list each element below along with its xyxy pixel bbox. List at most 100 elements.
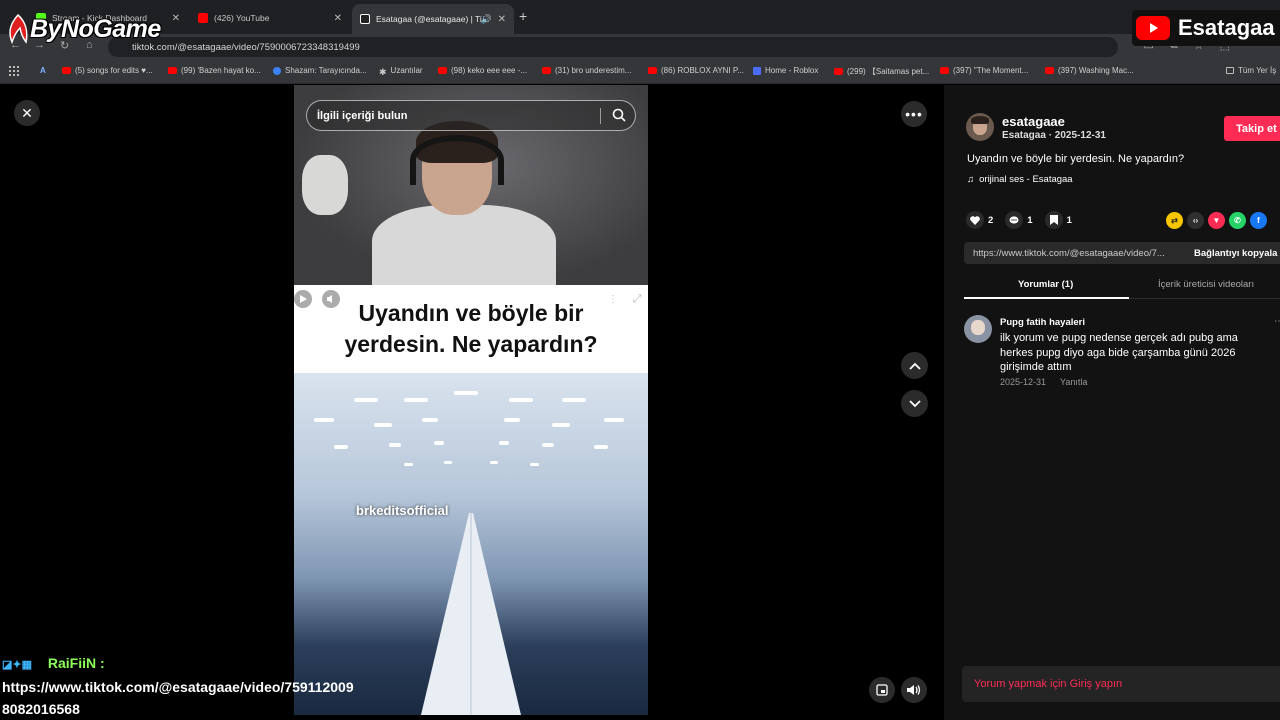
chat-username: RaiFiiN : (47, 655, 105, 671)
fullscreen-icon[interactable]: ⤢ (628, 290, 646, 308)
youtube-icon (834, 68, 843, 75)
tab-tiktok[interactable]: Esatagaa (@esatagaae) | Ti 🔊 ✕ (352, 4, 514, 34)
music-note-icon: ♫ (967, 174, 975, 185)
chat-badges-icon: ◪✦▦ (2, 659, 33, 671)
tab-creator-videos[interactable]: İçerik üreticisi videoları (1158, 279, 1254, 290)
url-text: tiktok.com/@esatagaae/video/759000672334… (132, 41, 360, 53)
close-tab-icon[interactable]: ✕ (334, 13, 342, 24)
play-icon[interactable] (294, 290, 312, 308)
comment-meta: 2025-12-31 Yanıtla (1000, 377, 1087, 387)
follow-button[interactable]: Takip et (1224, 116, 1280, 141)
bookmark-icon (1044, 211, 1063, 229)
previous-video-button[interactable] (901, 352, 928, 379)
browser-tab-strip: Stream - Kick Dashboard ✕ (426) YouTube … (0, 0, 1280, 34)
tab-youtube[interactable]: (426) YouTube ✕ (190, 6, 350, 30)
bookmark-label: Uzantılar (390, 66, 423, 75)
reply-button[interactable]: Yanıtla (1060, 377, 1087, 387)
bookmark-item[interactable]: ✱ Uzantılar (379, 66, 423, 77)
panel-tabs: Yorumlar (1) İçerik üreticisi videoları (964, 275, 1280, 299)
repost-icon[interactable]: ⇄ (1166, 212, 1183, 229)
sound-link[interactable]: ♫ orijinal ses - Esatagaa (967, 174, 1073, 185)
picture-in-picture-button[interactable] (869, 677, 895, 703)
youtube-icon (648, 67, 657, 74)
bookmark-item[interactable]: (299) 【Saitamas pet... (834, 66, 929, 77)
address-bar[interactable]: tiktok.com/@esatagaae/video/759000672334… (108, 37, 1118, 57)
chat-line-2: 8082016568 (2, 701, 80, 717)
comment-icon (1005, 211, 1024, 229)
mute-button[interactable] (901, 677, 927, 703)
bookmark-item[interactable]: (98) keko eee eee -... (438, 66, 527, 75)
login-to-comment-prompt[interactable]: Yorum yapmak için Giriş yapın (962, 666, 1280, 702)
plush-toy (302, 155, 348, 215)
commenter-avatar[interactable] (964, 315, 992, 343)
next-video-button[interactable] (901, 390, 928, 417)
close-tab-icon[interactable]: ✕ (172, 13, 180, 24)
tab-title: Esatagaa (@esatagaae) | Ti (376, 14, 482, 24)
share-link-bar: https://www.tiktok.com/@esatagaae/video/… (964, 242, 1280, 264)
bookmark-label: (299) 【Saitamas pet... (847, 67, 930, 76)
save-button[interactable]: 1 (1044, 211, 1072, 229)
video-description: Uyandın ve böyle bir yerdesin. Ne yapard… (967, 153, 1185, 165)
video-watermark: brkeditsofficial (356, 503, 449, 518)
bookmark-label: (397) "The Moment... (953, 66, 1029, 75)
video-player[interactable]: İlgili içeriği bulun Uyandın ve böyle bi… (294, 85, 648, 715)
youtube-icon (168, 67, 177, 74)
screen: Stream - Kick Dashboard ✕ (426) YouTube … (0, 0, 1280, 720)
bookmark-label: (397) Washing Mac... (1058, 66, 1134, 75)
logo-text: ByNoGame (30, 14, 161, 43)
copy-link-button[interactable]: Bağlantıyı kopyala (1184, 248, 1277, 259)
youtube-channel-badge: Esatagaa (1132, 10, 1280, 46)
flame-logo-icon (9, 14, 28, 44)
send-icon[interactable]: ▼ (1208, 212, 1225, 229)
headset (410, 135, 504, 185)
creator-subline: Esatagaa · 2025-12-31 (1002, 130, 1106, 141)
facebook-icon[interactable]: f (1250, 212, 1267, 229)
bookmark-item[interactable]: (86) ROBLOX AYNI P... (648, 66, 744, 75)
comment-more-icon[interactable]: ⋯ (1274, 316, 1280, 327)
heart-icon (966, 211, 984, 229)
bookmark-item[interactable]: (5) songs for edits ♥... (62, 66, 153, 75)
bookmark-label: Shazam: Tarayıcında... (285, 66, 367, 75)
close-tab-icon[interactable]: ✕ (498, 14, 506, 25)
apps-icon[interactable] (9, 66, 19, 76)
creator-avatar[interactable] (966, 113, 994, 141)
whatsapp-icon[interactable]: ✆ (1229, 212, 1246, 229)
bookmark-label: (99) 'Bazen hayat ko... (181, 66, 261, 75)
active-tab-indicator (964, 297, 1129, 299)
bookmark-item[interactable]: (31) bro underestim... (542, 66, 631, 75)
embed-icon[interactable]: ‹› (1187, 212, 1204, 229)
bookmark-item[interactable]: (99) 'Bazen hayat ko... (168, 66, 261, 75)
share-link-text[interactable]: https://www.tiktok.com/@esatagaae/video/… (964, 248, 1184, 259)
volume-icon[interactable] (322, 290, 340, 308)
bookmark-folder[interactable]: Tüm Yer İş (1226, 66, 1276, 75)
menu-dots-icon[interactable]: ⋮ (604, 290, 622, 308)
bookmark-label: (5) songs for edits ♥... (75, 66, 153, 75)
caption-line-1: Uyandın ve böyle bir (358, 300, 584, 326)
speaker-icon[interactable]: 🔊 (481, 14, 492, 25)
bookmark-item[interactable]: (397) "The Moment... (940, 66, 1028, 75)
more-options-button[interactable]: ••• (901, 101, 927, 127)
creator-username[interactable]: esatagaae (1002, 114, 1065, 129)
engagement-stats: 2 1 1 (966, 211, 1072, 229)
youtube-logo-icon (1136, 16, 1170, 40)
related-search-input[interactable]: İlgili içeriği bulun (306, 100, 636, 131)
comment-author[interactable]: Pupg fatih hayaleri (1000, 317, 1085, 328)
bookmark-a-icon[interactable]: A (40, 66, 46, 75)
tab-comments[interactable]: Yorumlar (1) (1018, 279, 1073, 290)
video-viewer: ✕ ••• İlgili içeriği bulun Uyandın ve bö… (0, 85, 944, 720)
search-icon[interactable] (612, 108, 626, 125)
bookmark-item[interactable]: Shazam: Tarayıcında... (273, 66, 367, 75)
new-tab-button[interactable]: + (519, 8, 527, 24)
bookmark-label: (86) ROBLOX AYNI P... (661, 66, 744, 75)
youtube-icon (62, 67, 71, 74)
bookmark-item[interactable]: Home - Roblox (753, 66, 818, 75)
folder-icon (1226, 67, 1234, 74)
youtube-icon (438, 67, 447, 74)
like-button[interactable]: 2 (966, 211, 993, 229)
caption-line-2: yerdesin. Ne yapardın? (344, 331, 598, 357)
comment-button[interactable]: 1 (1005, 211, 1033, 229)
youtube-icon (542, 67, 551, 74)
bookmark-item[interactable]: (397) Washing Mac... (1045, 66, 1134, 75)
stream-chat-message: ◪✦▦ RaiFiiN : https://www.tiktok.com/@es… (2, 652, 354, 720)
close-button[interactable]: ✕ (14, 100, 40, 126)
